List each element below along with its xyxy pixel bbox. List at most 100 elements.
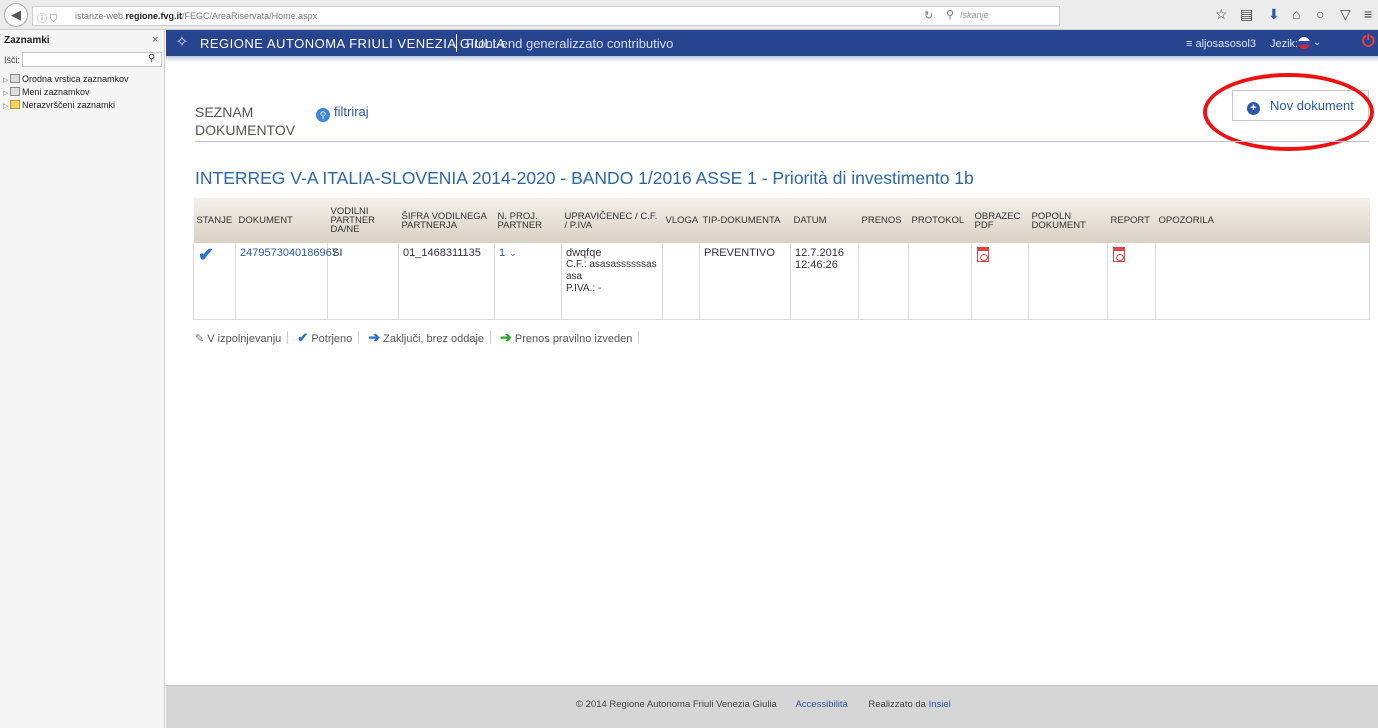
footer-text: © 2014 Regione Autonoma Friuli Venezia G… [576,699,951,710]
site-info-icon[interactable]: ⓘ ⛉ [37,10,57,25]
search-icon: ⚲ [316,108,330,122]
reload-icon[interactable]: ↻ [924,9,933,22]
sidebar-title: Zaznamki [4,35,50,46]
browser-search-field[interactable]: Iskanje [960,10,989,20]
complete-document-cell [1028,243,1108,320]
divider [195,141,1369,142]
program-title: INTERREG V-A ITALIA-SLOVENIA 2014-2020 -… [195,168,974,188]
pdf-icon[interactable] [1113,247,1125,262]
sync-icon[interactable]: ○ [1316,6,1324,22]
arrow-right-icon: ➔ [500,329,512,345]
column-header[interactable]: ŠIFRA VODILNEGA PARTNERJA [398,198,495,243]
column-header[interactable]: OPOZORILA [1155,198,1370,243]
column-header[interactable]: REPORT [1107,198,1156,243]
sidebar-item-unsorted-bookmarks[interactable]: ▷ Nerazvrščeni zaznamki [3,100,115,112]
power-icon[interactable]: ⏻ [1362,33,1375,51]
insiel-link[interactable]: Insiel [929,699,951,710]
legend-confirmed: ✔ Potrjeno [297,330,353,345]
legend-in-progress: ✎ V izpolnjevanju [195,333,282,345]
expand-icon[interactable]: ▷ [3,76,10,84]
pdf-icon[interactable] [977,247,989,262]
search-icon[interactable]: ⚲ [148,53,155,64]
legend-divider [638,331,640,344]
check-icon: ✔ [198,245,214,266]
project-partners-cell: 1 ⌄ [494,243,562,320]
download-icon[interactable]: ⬇ [1268,6,1280,23]
column-header[interactable]: DOKUMENT [235,198,328,243]
column-header[interactable]: POPOLN DOKUMENT [1028,198,1108,243]
folder-icon [10,74,20,83]
url-text: istanze-web.regione.fvg.it/FEGC/AreaRise… [75,11,318,21]
column-header[interactable]: PROTOKOL [908,198,972,243]
expand-icon[interactable]: ▷ [3,89,10,97]
status-cell: ✔ [193,243,236,320]
column-header[interactable]: N. PROJ. PARTNER [494,198,562,243]
column-header[interactable]: UPRAVIČENEC / C.F. / P.IVA [561,198,663,243]
project-partners-count[interactable]: 1 [499,247,505,259]
legend-closed: ➔ Zaključi, brez oddaje [368,329,485,345]
app-subtitle: Front-end generalizzato contributivo [466,36,674,51]
user-menu[interactable]: ≡ aljosasosol3 [1186,38,1256,50]
language-flag-icon[interactable] [1298,37,1310,49]
status-legend: ✎ V izpolnjevanju ✔ Potrjeno ➔ Zaključi,… [195,329,645,346]
protocol-cell [908,243,972,320]
page-title: SEZNAM DOKUMENTOV [195,104,296,138]
time-value: 12:46:26 [795,259,838,271]
bookmarks-sidebar: Zaznamki × Išči: ⚲ ▷ Orodna vrstica zazna… [0,30,165,728]
menu-icon[interactable]: ≡ [1364,6,1372,22]
doc-type-cell: PREVENTIVO [699,243,791,320]
form-pdf-cell [971,243,1029,320]
address-bar[interactable]: ⓘ ⛉ istanze-web.regione.fvg.it/FEGC/Area… [32,6,1060,26]
region-logo-icon: ✧ [175,34,189,51]
column-header[interactable]: DATUM [790,198,859,243]
warnings-cell [1155,243,1370,320]
page-footer: © 2014 Regione Autonoma Friuli Venezia G… [166,685,1378,728]
lead-partner-code-cell: 01_1468311135 [398,243,495,320]
column-header[interactable]: PRENOS [858,198,909,243]
sidebar-item-toolbar-bookmarks[interactable]: ▷ Orodna vrstica zaznamkov [3,74,129,86]
close-icon[interactable]: × [152,34,158,46]
legend-divider [287,331,289,344]
star-icon[interactable]: ☆ [1215,6,1228,23]
legend-divider [490,331,492,344]
transfer-cell [858,243,909,320]
sidebar-search-label: Išči: [4,55,21,65]
beneficiary-name: dwqfqe [566,247,602,259]
header-shadow [166,56,1378,62]
accessibility-link[interactable]: Accessibilità [795,699,847,710]
beneficiary-cell: dwqfqe C.F.: asasassssssasasa P.IVA.: - [561,243,663,320]
app-header: ✧ REGIONE AUTONOMA FRIULI VENEZIA GIULIA… [166,30,1378,56]
pocket-icon[interactable]: ▽ [1340,6,1351,23]
column-header[interactable]: VLOGA [662,198,700,243]
role-cell [662,243,700,320]
app-content: ✧ REGIONE AUTONOMA FRIULI VENEZIA GIULIA… [166,30,1378,728]
column-header[interactable]: TIP-DOKUMENTA [699,198,791,243]
column-header[interactable]: OBRAZEC PDF [971,198,1029,243]
expand-icon[interactable]: ▷ [3,102,10,110]
chevron-down-icon[interactable]: ⌄ [1313,37,1321,48]
folder-icon [10,100,20,109]
home-icon[interactable]: ⌂ [1292,6,1300,22]
legend-transfer-ok: ➔ Prenos pravilno izveden [500,329,633,345]
browser-toolbar: ◀ ⓘ ⛉ istanze-web.regione.fvg.it/FEGC/Ar… [0,0,1378,30]
column-header[interactable]: VODILNI PARTNER DA/NE [327,198,399,243]
copyright: © 2014 Regione Autonoma Friuli Venezia G… [576,699,777,710]
documents-table: STANJE DOKUMENT VODILNI PARTNER DA/NE ŠI… [193,198,1370,320]
date-cell: 12.7.2016 12:46:26 [790,243,859,320]
search-icon: ⚲ [946,9,955,21]
lead-partner-cell: SI [327,243,399,320]
legend-divider [358,331,360,344]
reading-list-icon[interactable]: ▤ [1240,6,1253,23]
back-button[interactable]: ◀ [4,3,28,27]
document-link[interactable]: 2479573040186967 [240,247,338,259]
chevron-down-icon[interactable]: ⌄ [509,248,517,258]
header-divider [456,34,457,52]
table-row: ✔ 2479573040186967 SI 01_1468311135 1 ⌄ d… [193,243,1370,320]
sidebar-search-input[interactable] [22,52,162,67]
made-by-label: Realizzato da [868,699,926,710]
filter-button[interactable]: ⚲ filtriraj [316,104,369,122]
new-document-button[interactable]: + Nov dokument [1232,90,1369,121]
table-header-row: STANJE DOKUMENT VODILNI PARTNER DA/NE ŠI… [193,198,1370,243]
sidebar-item-menu-bookmarks[interactable]: ▷ Meni zaznamkov [3,87,90,99]
column-header[interactable]: STANJE [193,198,236,243]
